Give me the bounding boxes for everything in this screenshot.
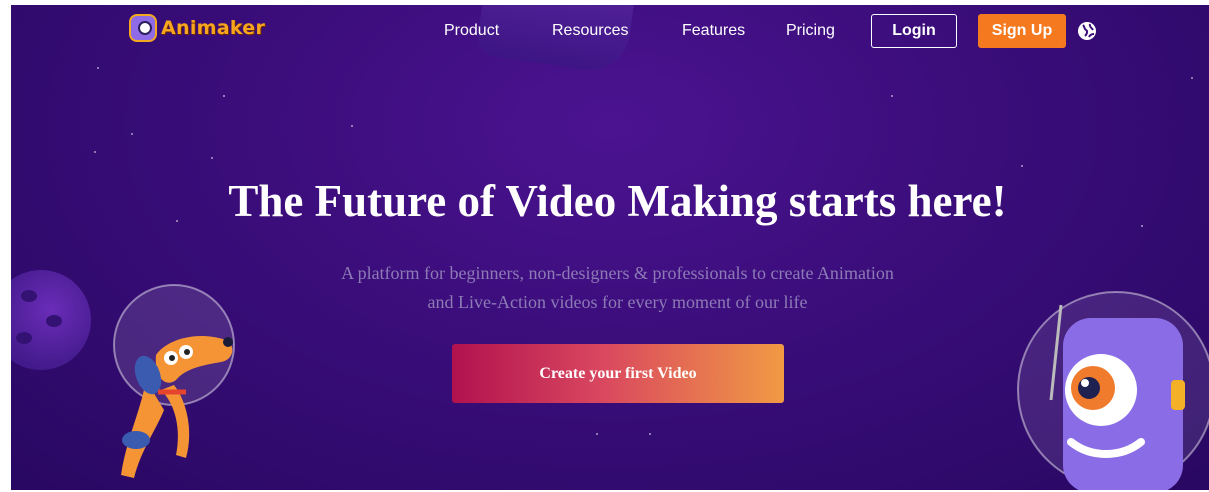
nav-link-resources[interactable]: Resources bbox=[552, 22, 628, 40]
brand-logo[interactable]: Animaker bbox=[129, 14, 265, 42]
brand-name: Animaker bbox=[161, 17, 266, 39]
astronaut-robot-illustration bbox=[1017, 291, 1209, 490]
create-video-button[interactable]: Create your first Video bbox=[452, 344, 784, 403]
login-button[interactable]: Login bbox=[871, 14, 957, 48]
astronaut-dog-illustration bbox=[113, 284, 235, 478]
signup-button[interactable]: Sign Up bbox=[978, 14, 1066, 48]
hero-title: The Future of Video Making starts here! bbox=[228, 176, 1007, 226]
animaker-mascot-icon bbox=[129, 14, 157, 42]
nav-link-product[interactable]: Product bbox=[444, 22, 499, 40]
nav-link-pricing[interactable]: Pricing bbox=[786, 22, 835, 40]
globe-icon[interactable] bbox=[1077, 21, 1097, 41]
nav-link-features[interactable]: Features bbox=[682, 22, 745, 40]
top-navigation: Animaker Product Resources Features Pric… bbox=[11, 5, 1209, 60]
hero-section: Animaker Product Resources Features Pric… bbox=[11, 5, 1209, 490]
